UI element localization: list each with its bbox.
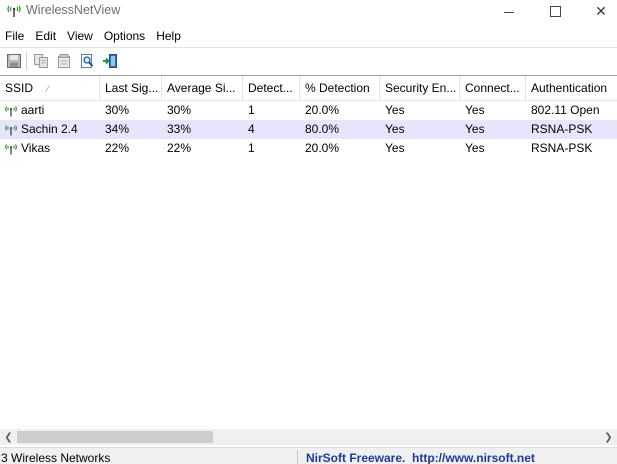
copy-button[interactable]	[32, 52, 50, 70]
detection-percent-cell: 80.0%	[305, 122, 340, 136]
column-header-detection-percent[interactable]: % Detection	[300, 76, 380, 100]
network-list[interactable]: SSID ⁄ Last Sig... Average Si... Detect..…	[0, 75, 617, 430]
ssid-cell: aarti	[0, 101, 100, 120]
security-enabled-cell: Yes	[385, 141, 405, 155]
column-header-average-signal[interactable]: Average Si...	[162, 76, 243, 100]
chevron-left-icon: ❮	[4, 431, 13, 443]
chevron-right-icon: ❯	[604, 431, 613, 443]
menu-file[interactable]: File	[0, 29, 30, 43]
ssid-text: aarti	[21, 103, 45, 117]
connectable-cell: Yes	[465, 103, 485, 117]
ssid-text: Vikas	[21, 141, 51, 155]
toolbar	[0, 47, 617, 74]
list-header: SSID ⁄ Last Sig... Average Si... Detect..…	[0, 76, 617, 101]
sort-ascending-icon: ⁄	[47, 84, 49, 94]
column-header-detection-count[interactable]: Detect...	[243, 76, 300, 100]
properties-icon	[58, 54, 70, 68]
column-label: Average Si...	[167, 81, 236, 95]
connectable-cell: Yes	[465, 141, 485, 155]
detection-count-cell: 4	[248, 122, 255, 136]
authentication-cell: 802.11 Open	[531, 103, 600, 117]
maximize-icon	[549, 5, 561, 17]
column-label: SSID	[5, 81, 34, 95]
network-count-status: 3 Wireless Networks	[0, 450, 298, 464]
wifi-network-icon	[5, 143, 17, 154]
column-label: Security En...	[385, 81, 457, 95]
copy-icon	[34, 54, 48, 68]
authentication-cell: RSNA-PSK	[531, 122, 593, 136]
column-header-security-enabled[interactable]: Security En...	[380, 76, 460, 100]
table-row[interactable]: Vikas 22% 22% 1 20.0% Yes Yes RSNA-PSK	[0, 139, 617, 158]
last-signal-cell: 22%	[105, 141, 130, 155]
column-header-ssid[interactable]: SSID ⁄	[0, 76, 100, 100]
toolbar-separator	[26, 52, 27, 70]
scrollbar-thumb[interactable]	[17, 431, 213, 443]
exit-icon	[103, 54, 117, 68]
title-bar[interactable]: WirelessNetView ✕	[0, 0, 617, 22]
authentication-cell: RSNA-PSK	[531, 141, 593, 155]
detection-count-cell: 1	[248, 141, 255, 155]
find-icon	[81, 54, 94, 68]
column-label: Last Sig...	[105, 81, 159, 95]
status-bar: 3 Wireless Networks NirSoft Freeware. ht…	[0, 447, 617, 464]
save-icon	[7, 54, 21, 68]
table-row[interactable]: aarti 30% 30% 1 20.0% Yes Yes 802.11 Ope…	[0, 101, 617, 120]
main-window: WirelessNetView ✕ File Edit View Options…	[0, 0, 617, 464]
save-button[interactable]	[5, 52, 23, 70]
find-button[interactable]	[78, 52, 96, 70]
nirsoft-link[interactable]: NirSoft Freeware. http://www.nirsoft.net	[306, 450, 535, 464]
wifi-network-icon	[5, 124, 17, 135]
maximize-button[interactable]	[532, 0, 578, 22]
connectable-cell: Yes	[465, 122, 485, 136]
wifi-network-icon	[5, 105, 17, 116]
table-row-selected[interactable]: Sachin 2.4 34% 33% 4 80.0% Yes Yes RSNA-…	[0, 120, 617, 139]
average-signal-cell: 22%	[167, 141, 192, 155]
wifi-app-icon	[7, 5, 21, 17]
close-button[interactable]: ✕	[578, 0, 617, 22]
column-label: Detect...	[248, 81, 293, 95]
security-enabled-cell: Yes	[385, 122, 405, 136]
column-label: Connect...	[465, 81, 520, 95]
window-title: WirelessNetView	[26, 3, 121, 17]
security-enabled-cell: Yes	[385, 103, 405, 117]
menu-help[interactable]: Help	[151, 29, 187, 43]
properties-button[interactable]	[55, 52, 73, 70]
column-header-connectable[interactable]: Connect...	[460, 76, 526, 100]
average-signal-cell: 33%	[167, 122, 192, 136]
detection-count-cell: 1	[248, 103, 255, 117]
menu-options[interactable]: Options	[99, 29, 151, 43]
ssid-cell: Sachin 2.4	[0, 120, 100, 139]
detection-percent-cell: 20.0%	[305, 103, 340, 117]
average-signal-cell: 30%	[167, 103, 192, 117]
exit-button[interactable]	[101, 52, 119, 70]
scroll-left-button[interactable]: ❮	[0, 429, 17, 445]
detection-percent-cell: 20.0%	[305, 141, 340, 155]
column-header-authentication[interactable]: Authentication	[526, 76, 617, 100]
column-header-last-signal[interactable]: Last Sig...	[100, 76, 162, 100]
ssid-cell: Vikas	[0, 139, 100, 158]
horizontal-scrollbar[interactable]: ❮ ❯	[0, 429, 617, 445]
minimize-button[interactable]	[486, 0, 532, 22]
minimize-icon	[504, 11, 514, 13]
close-icon: ✕	[595, 2, 607, 19]
menu-view[interactable]: View	[62, 29, 99, 43]
column-label: Authentication	[531, 81, 608, 95]
menu-edit[interactable]: Edit	[30, 29, 62, 43]
last-signal-cell: 34%	[105, 122, 130, 136]
ssid-text: Sachin 2.4	[21, 122, 78, 136]
menu-bar: File Edit View Options Help	[0, 26, 617, 45]
last-signal-cell: 30%	[105, 103, 130, 117]
column-label: % Detection	[305, 81, 370, 95]
scroll-right-button[interactable]: ❯	[600, 429, 617, 445]
